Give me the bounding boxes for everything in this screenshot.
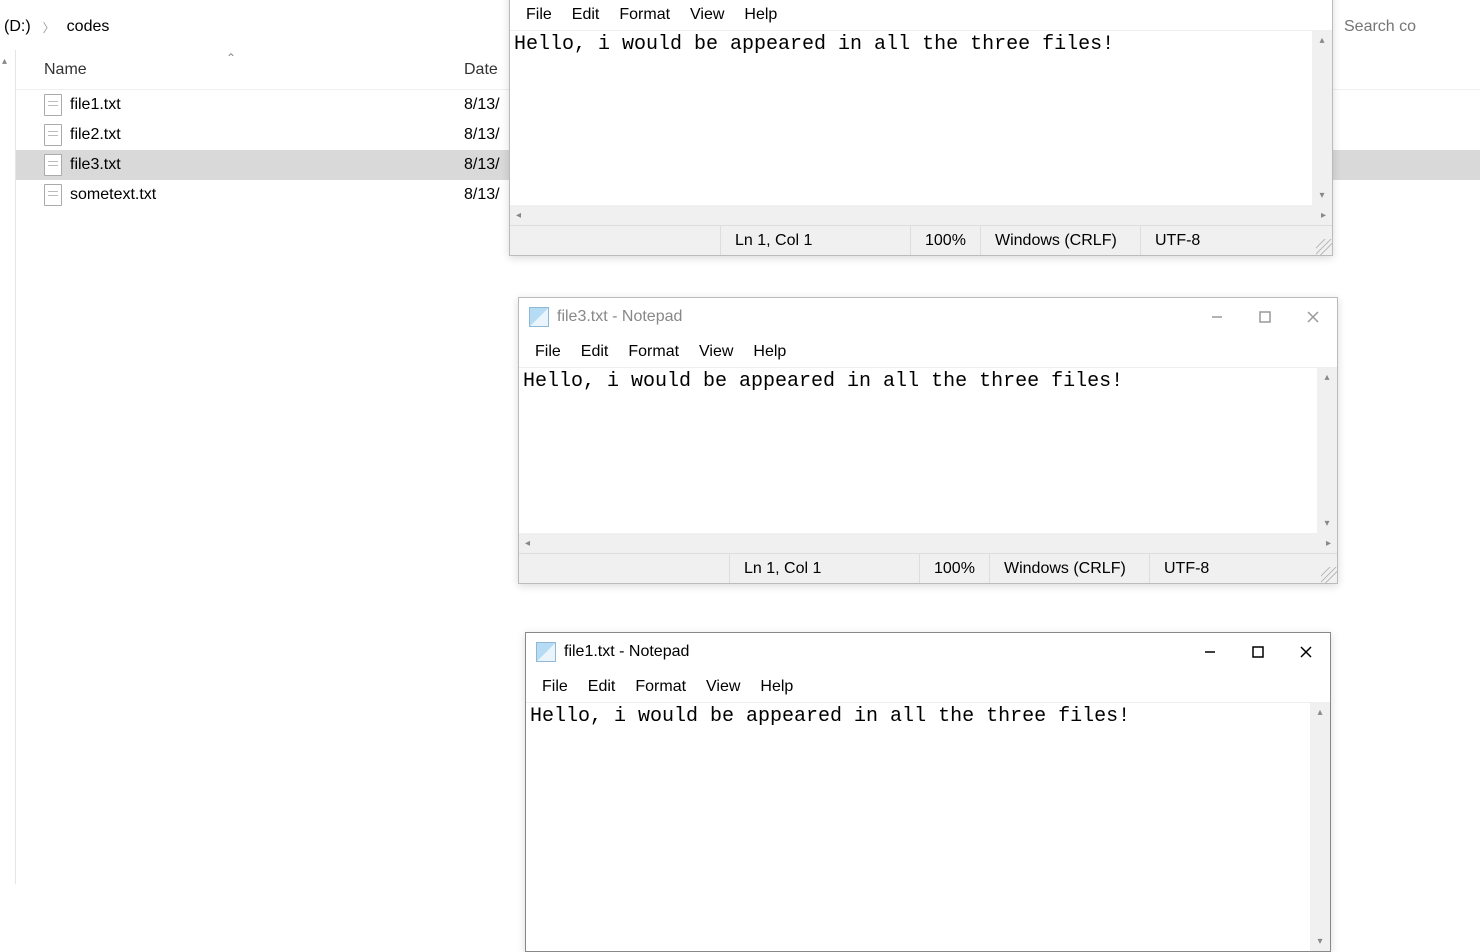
scroll-down-icon[interactable]: ▾ <box>1319 190 1324 201</box>
status-encoding: UTF-8 <box>1140 226 1316 255</box>
status-eol: Windows (CRLF) <box>989 554 1149 583</box>
menu-file[interactable]: File <box>527 341 569 363</box>
menubar: File Edit Format View Help <box>519 336 1337 368</box>
menu-help[interactable]: Help <box>752 676 801 698</box>
column-header-date[interactable]: Date <box>456 61 498 79</box>
menu-help[interactable]: Help <box>745 341 794 363</box>
vertical-scrollbar[interactable]: ▴ ▾ <box>1317 368 1337 533</box>
menu-help[interactable]: Help <box>736 4 785 26</box>
menubar: File Edit Format View Help <box>510 0 1332 31</box>
scroll-down-icon[interactable]: ▾ <box>1324 518 1329 529</box>
scroll-right-icon[interactable]: ▸ <box>1321 210 1326 221</box>
editor-area: Hello, i would be appeared in all the th… <box>526 703 1330 951</box>
statusbar: Ln 1, Col 1 100% Windows (CRLF) UTF-8 <box>519 553 1337 583</box>
file-date: 8/13/ <box>456 126 500 144</box>
status-encoding: UTF-8 <box>1149 554 1321 583</box>
menu-format[interactable]: Format <box>620 341 687 363</box>
file-date: 8/13/ <box>456 156 500 174</box>
file-date: 8/13/ <box>456 96 500 114</box>
text-file-icon <box>44 154 62 176</box>
maximize-button[interactable] <box>1234 633 1282 671</box>
scroll-right-icon[interactable]: ▸ <box>1326 538 1331 549</box>
file-name: sometext.txt <box>70 186 156 204</box>
maximize-button[interactable] <box>1241 298 1289 336</box>
breadcrumb-drive[interactable]: (D:) <box>4 18 31 36</box>
status-eol: Windows (CRLF) <box>980 226 1140 255</box>
menu-edit[interactable]: Edit <box>564 4 608 26</box>
breadcrumb-folder[interactable]: codes <box>67 18 110 36</box>
sort-caret-icon: ⌃ <box>226 51 236 65</box>
text-content[interactable]: Hello, i would be appeared in all the th… <box>526 703 1310 951</box>
menu-edit[interactable]: Edit <box>580 676 624 698</box>
horizontal-scrollbar[interactable]: ◂ ▸ <box>510 205 1332 225</box>
menu-format[interactable]: Format <box>611 4 678 26</box>
menu-view[interactable]: View <box>691 341 741 363</box>
status-position: Ln 1, Col 1 <box>720 226 910 255</box>
file-name: file3.txt <box>70 156 121 174</box>
file-name: file1.txt <box>70 96 121 114</box>
text-file-icon <box>44 94 62 116</box>
tree-sidebar: ▴ <box>0 50 16 884</box>
resize-grip[interactable] <box>1316 239 1332 255</box>
status-zoom: 100% <box>919 554 989 583</box>
editor-area: Hello, i would be appeared in all the th… <box>519 368 1337 533</box>
titlebar[interactable]: file1.txt - Notepad <box>526 633 1330 671</box>
close-button[interactable] <box>1282 633 1330 671</box>
column-header-date-label: Date <box>464 61 498 78</box>
notepad-window-2[interactable]: file3.txt - Notepad File Edit Format Vie… <box>518 297 1338 584</box>
resize-grip[interactable] <box>1321 567 1337 583</box>
menu-file[interactable]: File <box>518 4 560 26</box>
status-position: Ln 1, Col 1 <box>729 554 919 583</box>
statusbar: Ln 1, Col 1 100% Windows (CRLF) UTF-8 <box>510 225 1332 255</box>
chevron-up-icon[interactable]: ▴ <box>2 56 7 67</box>
chevron-right-icon: 〉 <box>43 19 55 36</box>
file-date: 8/13/ <box>456 186 500 204</box>
vertical-scrollbar[interactable]: ▴ ▾ <box>1312 31 1332 205</box>
editor-area: Hello, i would be appeared in all the th… <box>510 31 1332 205</box>
scroll-left-icon[interactable]: ◂ <box>525 538 530 549</box>
window-title: file1.txt - Notepad <box>564 643 689 661</box>
horizontal-scrollbar[interactable]: ◂ ▸ <box>519 533 1337 553</box>
text-file-icon <box>44 124 62 146</box>
titlebar[interactable]: file3.txt - Notepad <box>519 298 1337 336</box>
menu-format[interactable]: Format <box>627 676 694 698</box>
minimize-button[interactable] <box>1193 298 1241 336</box>
menu-file[interactable]: File <box>534 676 576 698</box>
notepad-window-3[interactable]: file1.txt - Notepad File Edit Format Vie… <box>525 632 1331 952</box>
window-title: file3.txt - Notepad <box>557 308 682 326</box>
close-button[interactable] <box>1289 298 1337 336</box>
menu-view[interactable]: View <box>698 676 748 698</box>
column-header-name-label: Name <box>44 61 87 78</box>
scroll-up-icon[interactable]: ▴ <box>1319 35 1324 46</box>
search-input[interactable] <box>1340 12 1480 42</box>
scroll-down-icon[interactable]: ▾ <box>1317 936 1322 947</box>
column-header-name[interactable]: ⌃ Name <box>16 61 456 79</box>
vertical-scrollbar[interactable]: ▴ ▾ <box>1310 703 1330 951</box>
status-zoom: 100% <box>910 226 980 255</box>
scroll-up-icon[interactable]: ▴ <box>1317 707 1322 718</box>
notepad-window-1[interactable]: File Edit Format View Help Hello, i woul… <box>509 0 1333 256</box>
notepad-icon <box>536 642 556 662</box>
text-content[interactable]: Hello, i would be appeared in all the th… <box>519 368 1317 533</box>
scroll-left-icon[interactable]: ◂ <box>516 210 521 221</box>
menu-view[interactable]: View <box>682 4 732 26</box>
menubar: File Edit Format View Help <box>526 671 1330 703</box>
notepad-icon <box>529 307 549 327</box>
text-file-icon <box>44 184 62 206</box>
text-content[interactable]: Hello, i would be appeared in all the th… <box>510 31 1312 205</box>
scroll-up-icon[interactable]: ▴ <box>1324 372 1329 383</box>
minimize-button[interactable] <box>1186 633 1234 671</box>
menu-edit[interactable]: Edit <box>573 341 617 363</box>
file-name: file2.txt <box>70 126 121 144</box>
